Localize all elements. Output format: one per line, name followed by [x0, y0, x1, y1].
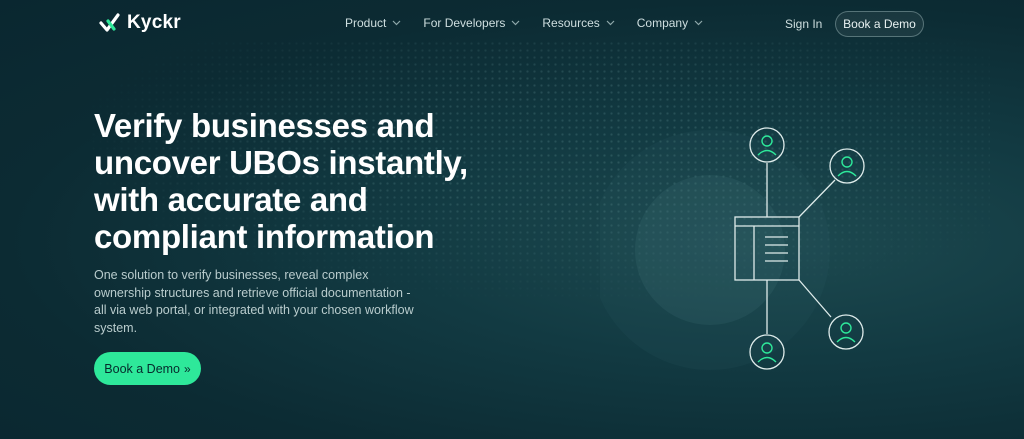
- chevron-down-icon: [694, 20, 703, 26]
- double-chevron-right-icon: »: [184, 361, 191, 376]
- nav-item-label: Resources: [542, 16, 600, 30]
- kyckr-logo[interactable]: Kyckr: [99, 12, 181, 34]
- nav-item-label: Product: [345, 16, 387, 30]
- chevron-down-icon: [606, 20, 615, 26]
- sign-in-link[interactable]: Sign In: [785, 17, 822, 31]
- nav-item-resources[interactable]: Resources: [542, 16, 615, 30]
- header-book-demo-button[interactable]: Book a Demo: [835, 11, 924, 37]
- hero-book-demo-button[interactable]: Book a Demo »: [94, 352, 201, 385]
- chevron-down-icon: [511, 20, 520, 26]
- nav-item-company[interactable]: Company: [637, 16, 703, 30]
- hero-subtitle: One solution to verify businesses, revea…: [94, 268, 414, 335]
- glow-ring-inner: [635, 175, 785, 325]
- nav-item-product[interactable]: Product: [345, 16, 401, 30]
- nav-item-label: Company: [636, 16, 689, 30]
- logo-text: Kyckr: [127, 12, 181, 33]
- ownership-network-illustration: [600, 127, 865, 370]
- user-icon: [828, 314, 864, 350]
- nav-item-for-developers[interactable]: For Developers: [423, 16, 520, 30]
- site-header: Kyckr Product For Developers Resources C…: [0, 0, 1024, 48]
- nav-item-label: For Developers: [423, 16, 506, 30]
- cta-label: Book a Demo: [104, 361, 181, 376]
- main-nav: Product For Developers Resources Company: [345, 16, 703, 30]
- chevron-down-icon: [392, 20, 401, 26]
- logo-checkmark-icon: [99, 13, 120, 32]
- hero-title: Verify businesses and uncover UBOs insta…: [94, 107, 468, 255]
- user-icon: [829, 148, 865, 184]
